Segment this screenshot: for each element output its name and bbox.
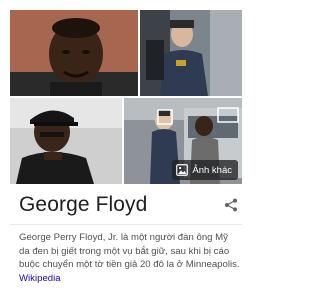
- photo-with-cap[interactable]: [10, 98, 122, 184]
- panel-title: George Floyd: [19, 193, 148, 216]
- description-text: George Perry Floyd, Jr. là một người đàn…: [19, 232, 240, 271]
- photo-grid: Ảnh khác: [0, 0, 250, 184]
- knowledge-panel: Ảnh khác George Floyd George Perry Floyd…: [0, 0, 250, 288]
- share-icon: [225, 198, 237, 212]
- portrait-photo[interactable]: [10, 10, 138, 96]
- more-images-button[interactable]: Ảnh khác: [172, 160, 238, 180]
- title-row: George Floyd: [19, 190, 241, 220]
- share-button[interactable]: [221, 195, 241, 215]
- arrest-photo-car[interactable]: Ảnh khác: [124, 98, 242, 184]
- description: George Perry Floyd, Jr. là một người đàn…: [19, 231, 241, 285]
- wikipedia-link[interactable]: Wikipedia: [19, 273, 61, 284]
- arrest-photo-officer[interactable]: [140, 10, 242, 96]
- more-images-label: Ảnh khác: [192, 164, 232, 176]
- image-icon: [176, 164, 189, 176]
- divider: [10, 224, 242, 225]
